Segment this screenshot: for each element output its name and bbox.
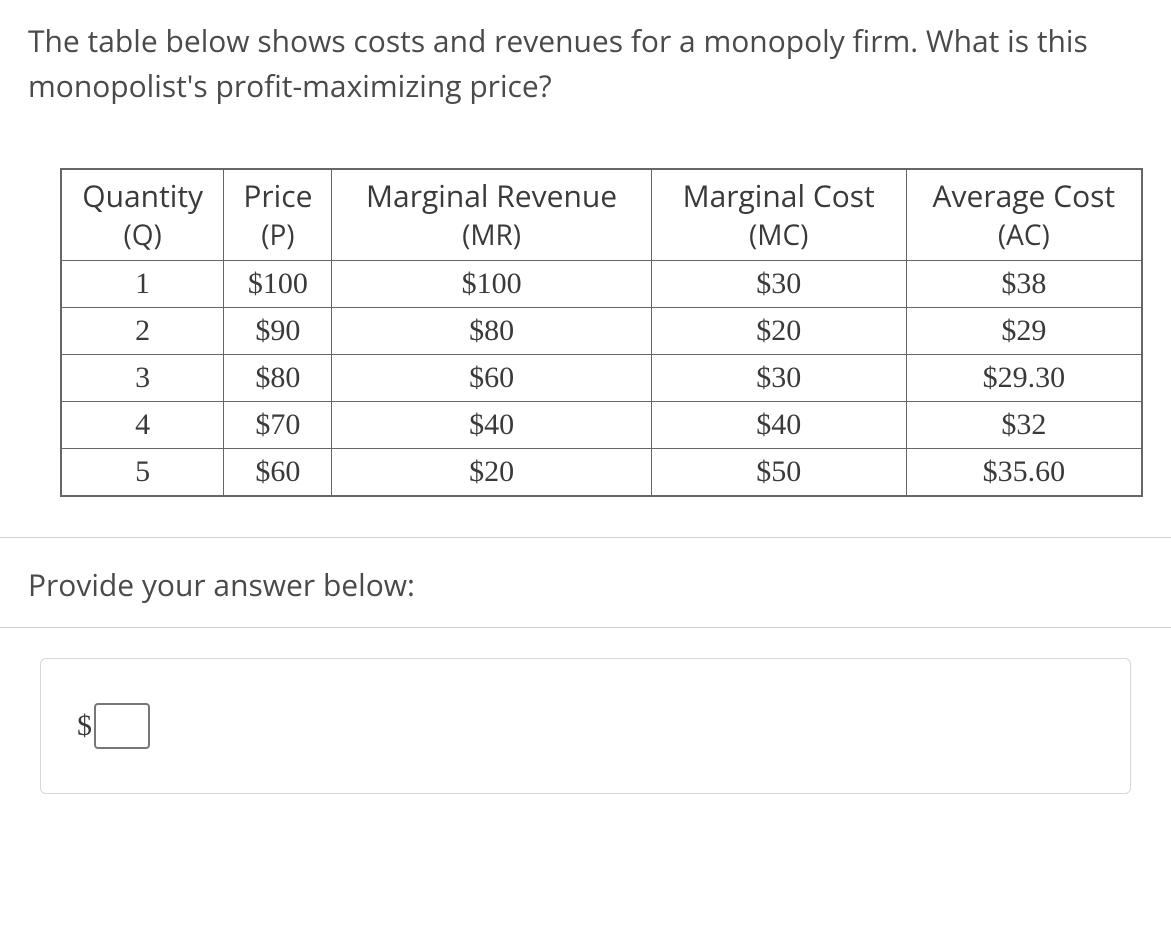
- cell-mr: $100: [332, 261, 651, 308]
- header-title: Quantity: [82, 175, 203, 216]
- cell-mr: $60: [332, 355, 651, 402]
- header-abbr: (MC): [660, 217, 898, 255]
- cell-ac: $35.60: [906, 449, 1142, 497]
- cell-quantity: 2: [61, 308, 224, 355]
- table-row: 2 $90 $80 $20 $29: [61, 308, 1142, 355]
- question-text: The table below shows costs and revenues…: [0, 0, 1171, 108]
- answer-prompt-label: Provide your answer below:: [0, 538, 1171, 627]
- divider: [0, 627, 1171, 628]
- header-abbr: (AC): [915, 217, 1133, 255]
- header-price: Price (P): [224, 169, 332, 261]
- table-row: 4 $70 $40 $40 $32: [61, 402, 1142, 449]
- cell-mr: $40: [332, 402, 651, 449]
- cell-mc: $30: [651, 261, 906, 308]
- header-title: Marginal Cost: [683, 175, 875, 216]
- header-marginal-revenue: Marginal Revenue (MR): [332, 169, 651, 261]
- cell-mr: $20: [332, 449, 651, 497]
- header-title: Average Cost: [933, 175, 1116, 216]
- table-header-row: Quantity (Q) Price (P) Marginal Revenue …: [61, 169, 1142, 261]
- cell-price: $100: [224, 261, 332, 308]
- cell-ac: $32: [906, 402, 1142, 449]
- cell-ac: $29.30: [906, 355, 1142, 402]
- cell-quantity: 5: [61, 449, 224, 497]
- cell-ac: $38: [906, 261, 1142, 308]
- cell-price: $60: [224, 449, 332, 497]
- header-abbr: (P): [232, 217, 323, 255]
- table-row: 1 $100 $100 $30 $38: [61, 261, 1142, 308]
- cell-quantity: 4: [61, 402, 224, 449]
- header-title: Price: [243, 175, 312, 216]
- header-title: Marginal Revenue: [366, 175, 617, 216]
- cell-mc: $20: [651, 308, 906, 355]
- cell-mr: $80: [332, 308, 651, 355]
- header-abbr: (Q): [70, 217, 215, 255]
- header-average-cost: Average Cost (AC): [906, 169, 1142, 261]
- table-wrapper: Quantity (Q) Price (P) Marginal Revenue …: [0, 108, 1171, 537]
- cell-price: $70: [224, 402, 332, 449]
- cell-ac: $29: [906, 308, 1142, 355]
- cell-quantity: 3: [61, 355, 224, 402]
- answer-input[interactable]: [94, 703, 150, 749]
- header-marginal-cost: Marginal Cost (MC): [651, 169, 906, 261]
- table-row: 3 $80 $60 $30 $29.30: [61, 355, 1142, 402]
- currency-symbol: $: [77, 709, 92, 743]
- data-table: Quantity (Q) Price (P) Marginal Revenue …: [60, 168, 1143, 497]
- cell-mc: $50: [651, 449, 906, 497]
- table-row: 5 $60 $20 $50 $35.60: [61, 449, 1142, 497]
- answer-area: $: [40, 658, 1131, 794]
- cell-mc: $30: [651, 355, 906, 402]
- header-abbr: (MR): [340, 217, 642, 255]
- cell-price: $90: [224, 308, 332, 355]
- answer-row: $: [77, 703, 1094, 749]
- cell-mc: $40: [651, 402, 906, 449]
- cell-price: $80: [224, 355, 332, 402]
- header-quantity: Quantity (Q): [61, 169, 224, 261]
- cell-quantity: 1: [61, 261, 224, 308]
